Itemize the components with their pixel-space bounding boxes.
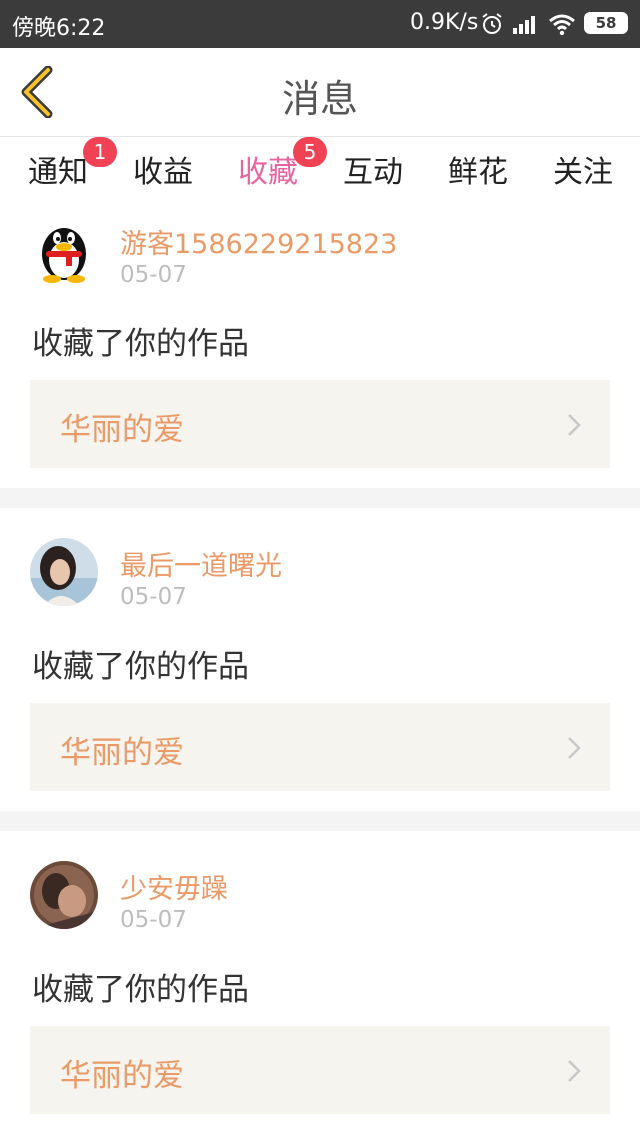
signal-icon [513, 16, 535, 34]
alarm-icon [482, 13, 502, 34]
chevron-right-icon [568, 414, 581, 436]
status-time: 傍晚6:22 [12, 16, 106, 41]
username[interactable]: 最后一道曙光 [120, 544, 282, 583]
tab-label: 互动 [343, 155, 403, 190]
action-text: 收藏了你的作品 [32, 326, 249, 362]
photo-avatar[interactable] [30, 861, 98, 929]
timestamp: 05-07 [120, 584, 187, 610]
work-link[interactable]: 华丽的爱 [30, 1026, 610, 1114]
action-text: 收藏了你的作品 [32, 649, 249, 685]
tab-flowers[interactable]: 鲜花 [425, 147, 531, 191]
username[interactable]: 少安毋躁 [120, 867, 228, 906]
tab-label: 关注 [553, 155, 613, 190]
username[interactable]: 游客1586229215823 [120, 222, 397, 261]
status-bar: 傍晚6:22 0.9K/s 58 [0, 0, 640, 48]
work-link[interactable]: 华丽的爱 [30, 380, 610, 468]
timestamp: 05-07 [120, 907, 187, 933]
page-title: 消息 [281, 77, 358, 121]
tab-bar: 通知 1 收益 收藏 5 互动 鲜花 关注 [0, 137, 640, 209]
work-link[interactable]: 华丽的爱 [30, 703, 610, 791]
tab-label: 收藏 [238, 155, 298, 190]
battery-icon: 58 [584, 12, 628, 34]
work-title: 华丽的爱 [60, 412, 184, 448]
tab-earnings[interactable]: 收益 [110, 147, 216, 191]
network-speed: 0.9K/s [410, 10, 479, 35]
chevron-right-icon [568, 1060, 581, 1082]
tab-favorites[interactable]: 收藏 5 [215, 137, 327, 209]
tab-notifications[interactable]: 通知 1 [5, 137, 117, 191]
list-item: 游客1586229215823 05-07 收藏了你的作品 华丽的爱 [0, 200, 640, 488]
action-text: 收藏了你的作品 [32, 972, 249, 1008]
work-title: 华丽的爱 [60, 1058, 184, 1094]
tab-label: 收益 [133, 155, 193, 190]
app-header: 消息 [0, 48, 640, 137]
timestamp: 05-07 [120, 262, 187, 288]
divider [0, 811, 640, 831]
list-item: 最后一道曙光 05-07 收藏了你的作品 华丽的爱 [0, 508, 640, 811]
tab-label: 通知 [28, 155, 88, 190]
work-title: 华丽的爱 [60, 735, 184, 771]
divider [0, 488, 640, 508]
qq-penguin-avatar[interactable] [30, 216, 98, 284]
tab-follows[interactable]: 关注 [530, 147, 636, 191]
chevron-right-icon [568, 737, 581, 759]
tab-label: 鲜花 [448, 155, 508, 190]
wifi-icon [549, 14, 575, 36]
photo-avatar[interactable] [30, 538, 98, 606]
tab-interactions[interactable]: 互动 [320, 147, 426, 191]
list-item: 少安毋躁 05-07 收藏了你的作品 华丽的爱 [0, 831, 640, 1138]
